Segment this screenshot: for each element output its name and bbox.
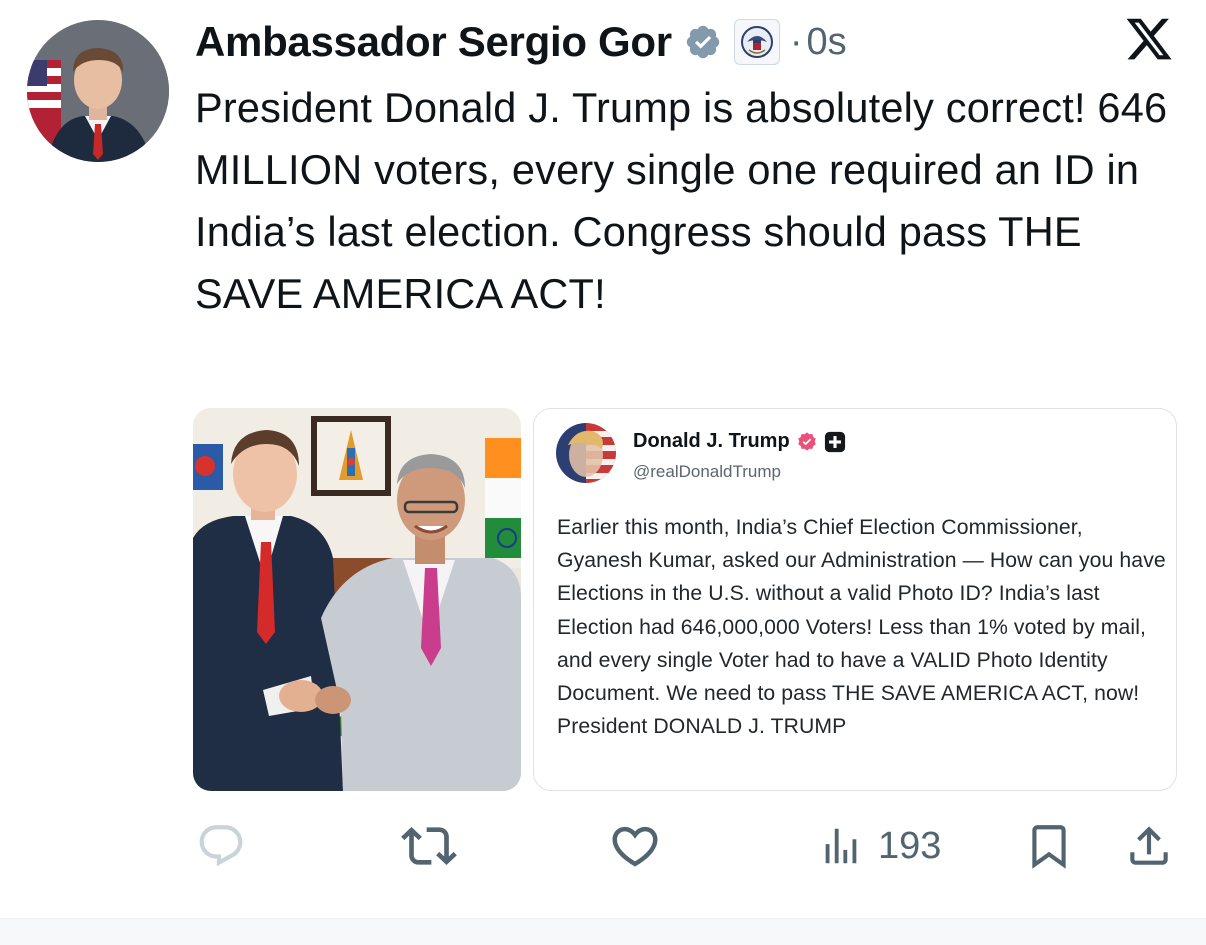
like-button[interactable]	[608, 820, 662, 872]
post-timestamp[interactable]: 0s	[806, 21, 846, 64]
quoted-post-text: Earlier this month, India’s Chief Electi…	[557, 516, 1166, 739]
verified-badge-icon	[797, 431, 816, 451]
views-count: 193	[878, 824, 942, 867]
repost-button[interactable]	[401, 820, 457, 872]
post-header: Ambassador Sergio Gor · 0s	[195, 14, 847, 70]
author-avatar[interactable]	[27, 20, 169, 162]
share-icon	[1130, 826, 1168, 865]
views-bar-chart-icon	[825, 828, 857, 864]
quoted-author-avatar[interactable]	[556, 423, 616, 483]
time-separator: ·	[789, 20, 803, 63]
views-button[interactable]: 193	[818, 820, 941, 872]
reply-button[interactable]	[196, 820, 246, 872]
truth-plus-icon	[824, 431, 845, 452]
bottom-divider	[0, 918, 1206, 945]
repost-icon	[401, 827, 457, 865]
state-department-seal-icon[interactable]	[733, 19, 780, 65]
quoted-post-card[interactable]: Donald J. Trump @realDonaldTrump Earlier…	[533, 408, 1177, 791]
heart-icon	[612, 826, 658, 867]
author-name[interactable]: Ambassador Sergio Gor	[195, 18, 672, 66]
post-text: President Donald J. Trump is absolutely …	[195, 84, 1168, 317]
bookmark-icon	[1032, 825, 1066, 869]
quoted-author-handle[interactable]: @realDonaldTrump	[633, 462, 781, 482]
bookmark-button[interactable]	[1024, 820, 1074, 872]
verified-badge-icon[interactable]	[684, 23, 722, 61]
attached-photo[interactable]	[193, 408, 521, 791]
quoted-author-name[interactable]: Donald J. Trump	[633, 430, 790, 453]
x-logo-icon	[1126, 18, 1172, 60]
quoted-author-row: Donald J. Trump	[633, 430, 846, 453]
share-button[interactable]	[1124, 820, 1174, 872]
reply-icon	[199, 825, 243, 867]
